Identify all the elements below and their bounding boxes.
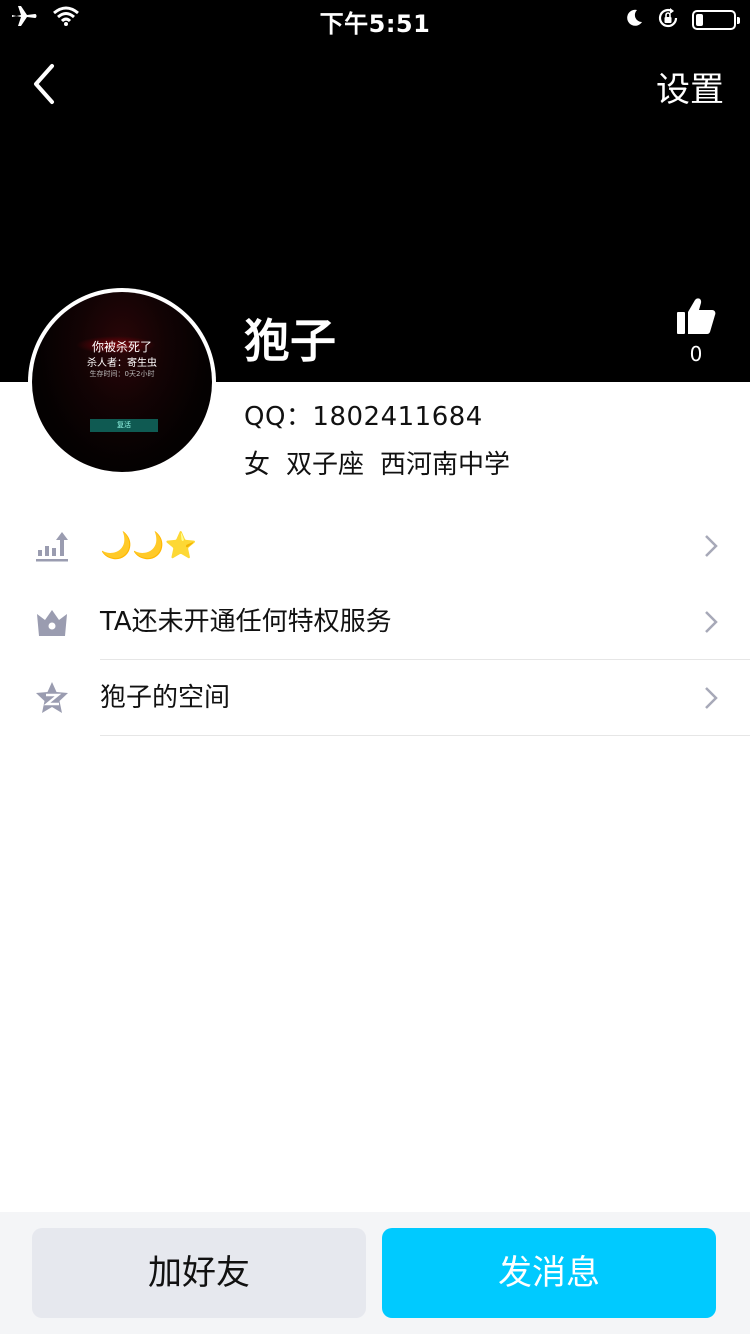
crown-icon bbox=[37, 610, 67, 636]
battery-icon bbox=[692, 10, 740, 30]
divider bbox=[100, 735, 750, 736]
profile-menu: 🌙🌙⭐ TA还未开通任何特权服务 狍子的空间 bbox=[0, 508, 750, 736]
thumbs-up-icon bbox=[677, 298, 716, 334]
chevron-right-icon bbox=[705, 687, 718, 709]
qq-number: QQ：1802411684 bbox=[244, 402, 483, 432]
level-badges: 🌙🌙⭐ bbox=[100, 531, 198, 561]
avatar-text-line3: 生存时间：0天2小时 bbox=[89, 370, 155, 378]
menu-item-level[interactable]: 🌙🌙⭐ bbox=[0, 508, 750, 584]
send-message-button[interactable]: 发消息 bbox=[382, 1228, 716, 1318]
level-chart-icon bbox=[36, 532, 68, 562]
qzone-label: 狍子的空间 bbox=[100, 683, 231, 713]
avatar-text-line2: 杀人者：寄生虫 bbox=[87, 358, 157, 369]
zodiac: 双子座 bbox=[286, 450, 365, 480]
school: 西河南中学 bbox=[380, 450, 511, 480]
avatar-image: 你被杀死了 杀人者：寄生虫 生存时间：0天2小时 复活 bbox=[32, 292, 212, 472]
chevron-right-icon bbox=[705, 535, 718, 557]
like-count: 0 bbox=[689, 342, 703, 366]
add-friend-button[interactable]: 加好友 bbox=[32, 1228, 366, 1318]
privileges-label: TA还未开通任何特权服务 bbox=[100, 607, 392, 637]
chevron-right-icon bbox=[705, 611, 718, 633]
moon-icon bbox=[624, 8, 644, 32]
menu-item-qzone[interactable]: 狍子的空间 bbox=[0, 660, 750, 736]
avatar-text-button: 复活 bbox=[90, 419, 158, 432]
qzone-star-icon bbox=[36, 682, 68, 713]
settings-button[interactable]: 设置 bbox=[656, 62, 724, 111]
like-button[interactable]: 0 bbox=[672, 296, 720, 366]
gender: 女 bbox=[244, 450, 271, 480]
avatar-text-line1: 你被杀死了 bbox=[91, 340, 152, 354]
battery-level bbox=[696, 14, 703, 26]
profile-info: 女 双子座 西河南中学 bbox=[244, 444, 510, 481]
back-button[interactable] bbox=[26, 60, 66, 108]
chevron-left-icon bbox=[34, 64, 54, 104]
status-bar: 下午5:51 bbox=[0, 0, 750, 40]
menu-item-privileges[interactable]: TA还未开通任何特权服务 bbox=[0, 584, 750, 660]
rotation-lock-icon bbox=[656, 6, 680, 34]
bottom-action-bar: 加好友 发消息 bbox=[0, 1212, 750, 1334]
profile-name: 狍子 bbox=[244, 314, 336, 368]
avatar[interactable]: 你被杀死了 杀人者：寄生虫 生存时间：0天2小时 复活 bbox=[28, 288, 216, 476]
